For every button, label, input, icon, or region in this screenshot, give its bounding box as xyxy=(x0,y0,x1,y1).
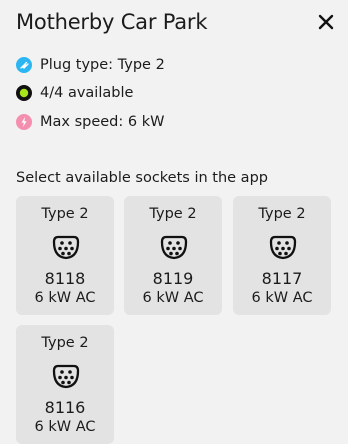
close-icon[interactable] xyxy=(314,10,338,34)
plug-type-text: Plug type: Type 2 xyxy=(40,57,165,73)
plug-type-info: Plug type: Type 2 xyxy=(16,55,165,75)
max-speed-info: Max speed: 6 kW xyxy=(16,112,164,132)
socket-card[interactable]: Type 2 8119 6 kW AC xyxy=(124,196,222,315)
socket-speed: 6 kW AC xyxy=(34,290,96,306)
sockets-heading: Select available sockets in the app xyxy=(16,170,268,186)
socket-card[interactable]: Type 2 8117 6 kW AC xyxy=(233,196,331,315)
type2-socket-icon xyxy=(160,235,188,260)
socket-card[interactable]: Type 2 8116 6 kW AC xyxy=(16,325,114,444)
socket-speed: 6 kW AC xyxy=(34,419,96,435)
socket-plug-type: Type 2 xyxy=(41,206,89,222)
socket-plug-type: Type 2 xyxy=(258,206,306,222)
type2-socket-icon xyxy=(52,364,80,389)
socket-plug-type: Type 2 xyxy=(41,335,89,351)
page-title: Motherby Car Park xyxy=(16,10,208,34)
type2-socket-icon xyxy=(52,235,80,260)
socket-id: 8116 xyxy=(44,398,86,417)
socket-id: 8119 xyxy=(152,269,194,288)
socket-card[interactable]: Type 2 8118 6 kW AC xyxy=(16,196,114,315)
plug-icon xyxy=(16,57,32,73)
availability-info: 4/4 available xyxy=(16,83,133,103)
availability-dot-icon xyxy=(16,85,32,101)
socket-id: 8118 xyxy=(44,269,86,288)
socket-id: 8117 xyxy=(261,269,303,288)
socket-plug-type: Type 2 xyxy=(149,206,197,222)
availability-text: 4/4 available xyxy=(40,85,134,101)
socket-speed: 6 kW AC xyxy=(142,290,204,306)
lightning-icon xyxy=(16,114,32,130)
socket-speed: 6 kW AC xyxy=(251,290,313,306)
max-speed-text: Max speed: 6 kW xyxy=(40,114,165,130)
type2-socket-icon xyxy=(269,235,297,260)
